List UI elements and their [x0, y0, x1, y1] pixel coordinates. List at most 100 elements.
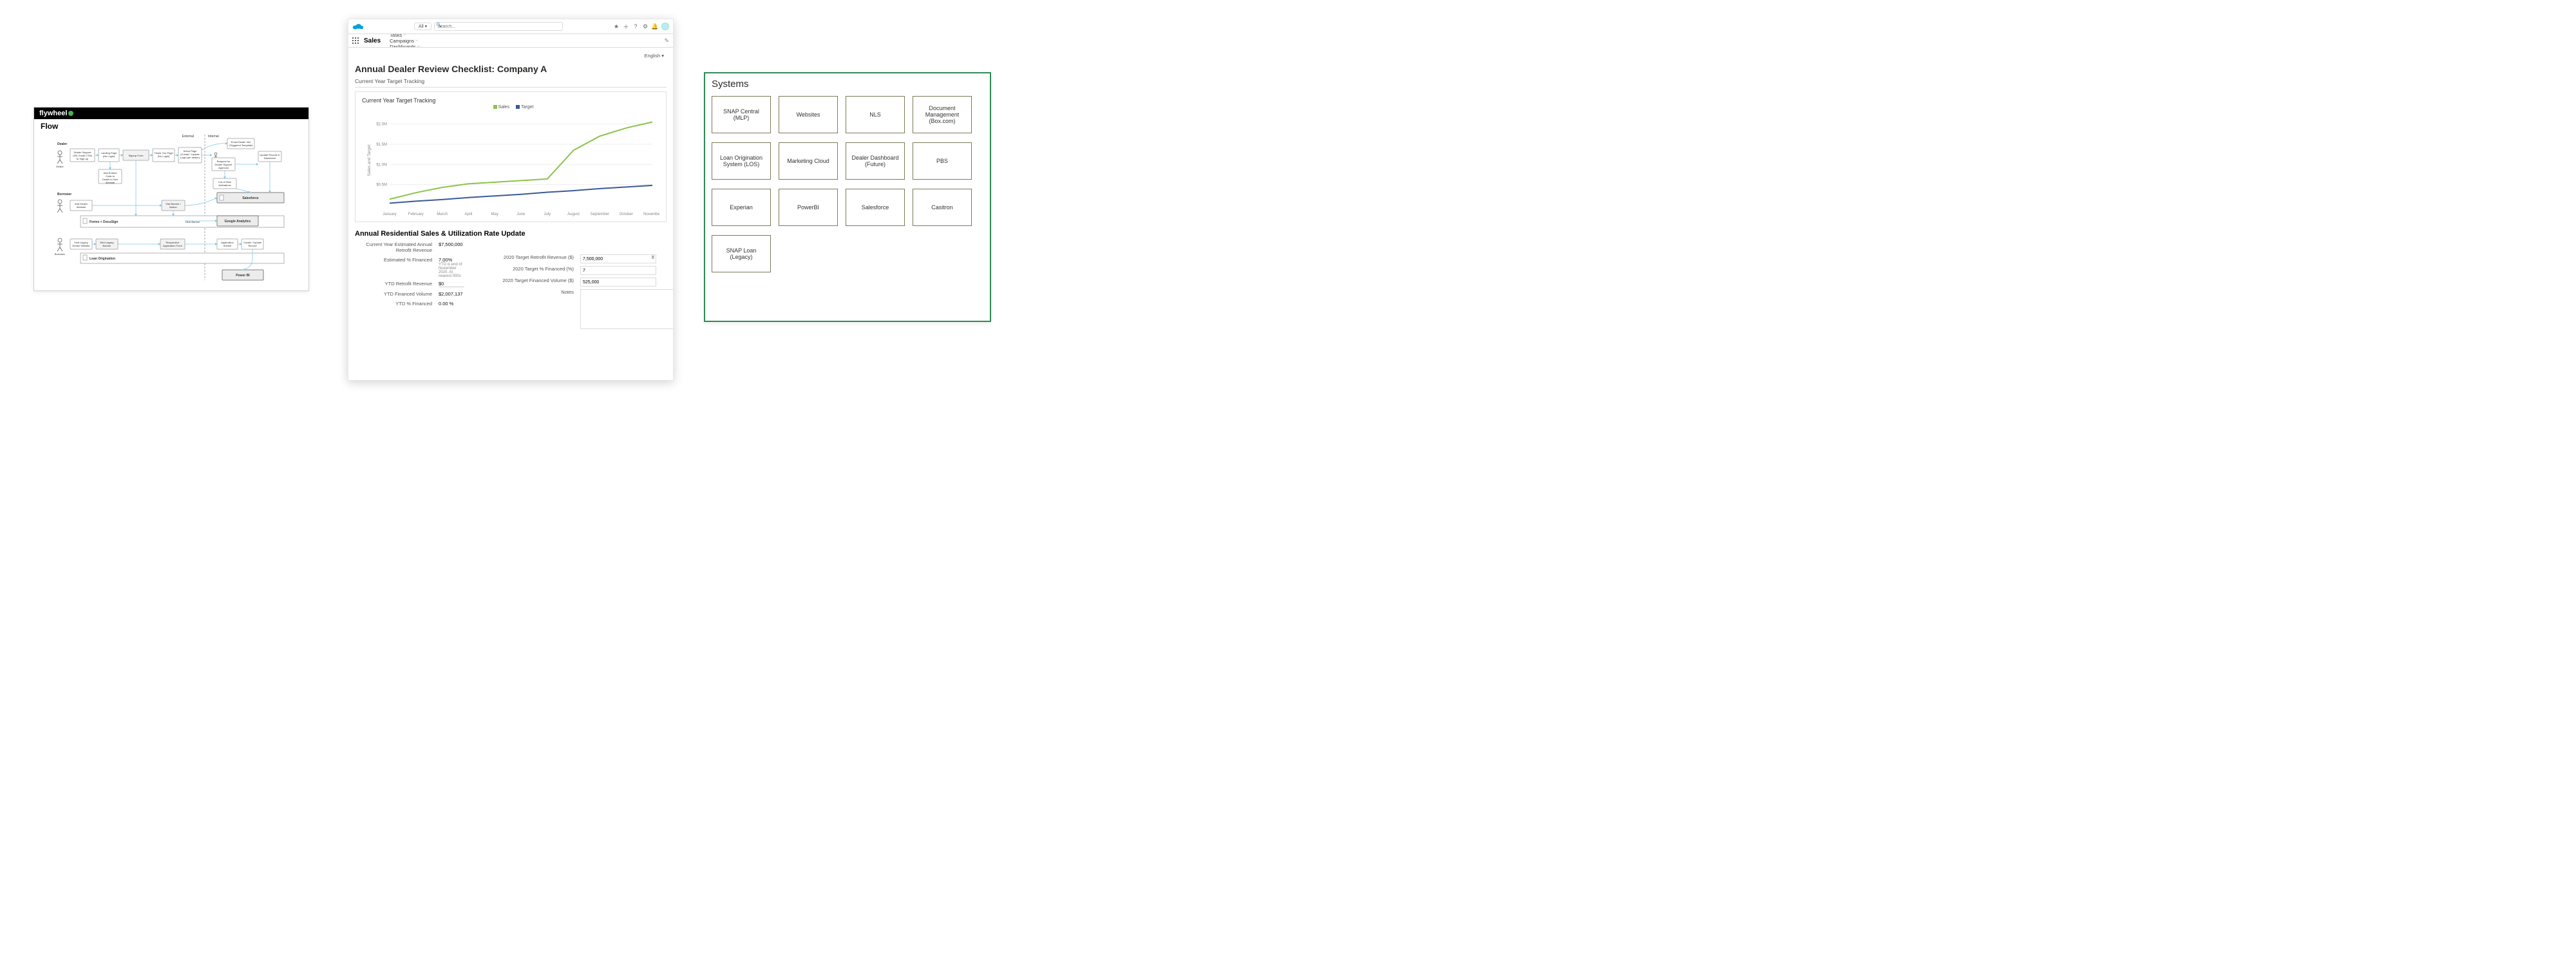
- search-scope-all[interactable]: All ▾: [414, 23, 431, 30]
- value-ytd-pct: 0.00 %: [439, 301, 453, 307]
- node-request-support: Request forDealer SupportApproval: [212, 153, 235, 171]
- system-box-snap-central-mlp-[interactable]: SNAP Central (MLP): [712, 96, 771, 133]
- node-visit-banner: Visit Banner /Button: [162, 200, 185, 211]
- legend-swatch-sales: [493, 105, 497, 109]
- svg-text:Application Form: Application Form: [163, 244, 183, 247]
- svg-text:Power BI: Power BI: [236, 274, 250, 278]
- line-chart-svg: $0.5M$1.0M$1.5M$2.0MSales and TargetJanu…: [362, 109, 659, 219]
- calculator-icon[interactable]: 🖩: [652, 255, 654, 262]
- svg-text:March: March: [437, 213, 448, 216]
- notifications-bell-icon[interactable]: 🔔: [652, 23, 658, 30]
- node-visit-legacy: Visit LegacyDealer Website: [70, 239, 92, 249]
- system-box-snap-loan-legacy-[interactable]: SNAP Loan (Legacy): [712, 235, 771, 272]
- global-search-input[interactable]: [434, 22, 563, 31]
- input-target-rev[interactable]: [580, 254, 656, 263]
- svg-text:Banner: Banner: [103, 244, 112, 247]
- system-box-experian[interactable]: Experian: [712, 189, 771, 226]
- svg-text:Dealer: Dealer: [56, 165, 64, 168]
- flow-svg: External Internal Dealer Dealer Dealer S…: [34, 131, 308, 285]
- brand-name: flywheel: [39, 108, 67, 119]
- nav-tab-campaigns[interactable]: Campaigns⌵: [390, 38, 448, 44]
- system-box-websites[interactable]: Websites: [779, 96, 838, 133]
- input-target-pct[interactable]: [580, 266, 656, 275]
- svg-text:August: August: [567, 213, 580, 216]
- system-box-nls[interactable]: NLS: [846, 96, 905, 133]
- label-notes: Notes: [484, 289, 574, 295]
- lane-loan-label: Loan Origination: [90, 257, 115, 261]
- node-signup-form: Signup Form: [123, 150, 149, 160]
- svg-text:May: May: [491, 213, 498, 216]
- svg-text:January: January: [383, 213, 396, 216]
- actor-borrower2-icon: [57, 238, 62, 251]
- system-box-loan-origination-system-los-[interactable]: Loan Origination System (LOS): [712, 142, 771, 180]
- flow-brandbar: flywheel: [34, 108, 308, 119]
- salesforce-logo-icon: [352, 23, 364, 30]
- system-box-dealer-dashboard-future-[interactable]: Dealer Dashboard (Future): [846, 142, 905, 180]
- app-name: Sales: [364, 37, 381, 44]
- language-selector[interactable]: English ▾: [645, 53, 664, 59]
- svg-text:Google Analytics: Google Analytics: [225, 220, 251, 223]
- svg-text:Submit: Submit: [223, 244, 232, 247]
- svg-text:(No Login): (No Login): [103, 155, 115, 158]
- label-target-vol: 2020 Target Financed Volume ($): [484, 278, 574, 283]
- svg-text:$1.0M: $1.0M: [376, 163, 387, 167]
- section-target-tracking: Current Year Target Tracking: [355, 78, 667, 88]
- label-est-pct: Estimated % Financed: [355, 257, 432, 263]
- favorite-icon[interactable]: ★: [613, 23, 620, 30]
- salesforce-window: All ▾ 🔍 ★ ＋ ? ⚙ 🔔 Sales: [348, 19, 674, 381]
- node-create-update: Create / UpdateRecord: [242, 239, 263, 249]
- label-est-rev: Current Year Estimated Annual Retrofit R…: [355, 242, 432, 253]
- sf-app-nav: Sales Home⌵Leads⌵Accounts⌵Contacts⌵Tasks…: [348, 34, 673, 48]
- system-box-pbs[interactable]: PBS: [913, 142, 972, 180]
- svg-text:Website: Website: [106, 181, 115, 184]
- setup-gear-icon[interactable]: ⚙: [642, 23, 649, 30]
- page-title: Annual Dealer Review Checklist: Company …: [355, 64, 667, 74]
- label-target-rev: 2020 Target Retrofit Revenue ($): [484, 254, 574, 260]
- node-email-dealer: Email Dealer Info(Triggered Template): [227, 138, 254, 149]
- value-est-rev: $7,500,000: [439, 242, 463, 247]
- actor-borrower-label: Borrower: [57, 193, 71, 196]
- note-ytd: YTD is end of November 2020. At nearest …: [355, 263, 464, 278]
- actor-borrower-icon: [57, 200, 62, 213]
- label-ytd-pct: YTD % Financed: [355, 301, 432, 307]
- svg-text:Button: Button: [169, 205, 177, 209]
- chart-title: Current Year Target Tracking: [362, 97, 659, 104]
- system-box-casitron[interactable]: Casitron: [913, 189, 972, 226]
- lane-forms-label: Forms + DocuSign: [90, 220, 118, 224]
- svg-text:Approval: Approval: [218, 166, 229, 169]
- svg-text:Activations: Activations: [218, 184, 231, 187]
- svg-text:February: February: [408, 213, 424, 216]
- svg-text:Salesforce: Salesforce: [242, 196, 259, 200]
- help-icon[interactable]: ?: [632, 23, 639, 30]
- label-ytd-vol: YTD Financed Volume: [355, 291, 432, 297]
- chevron-down-icon: ⌵: [415, 39, 419, 43]
- value-ytd-rev[interactable]: $0: [439, 281, 464, 287]
- svg-text:Website: Website: [77, 205, 86, 209]
- node-add-dealer-website: Add DealerWebsite: [70, 200, 92, 211]
- add-icon[interactable]: ＋: [623, 23, 629, 30]
- system-box-document-management-box-com-[interactable]: Document Management (Box.com): [913, 96, 972, 133]
- label-internal: Internal: [208, 135, 219, 138]
- input-target-vol[interactable]: [580, 278, 656, 287]
- svg-text:$2.0M: $2.0M: [376, 123, 387, 127]
- node-ga: Google Analytics: [217, 216, 258, 226]
- flow-diagram-card: flywheel Flow External Internal Dealer D…: [33, 107, 309, 291]
- node-add-embed: Add EmbedCode toDealer's OwnWebsite: [99, 169, 122, 184]
- svg-text:November: November: [643, 213, 659, 216]
- chart-container: Current Year Target Tracking Sales Targe…: [355, 91, 667, 222]
- svg-text:Record: Record: [249, 244, 257, 247]
- actor-dealer-icon: [57, 151, 62, 164]
- system-box-powerbi[interactable]: PowerBI: [779, 189, 838, 226]
- node-app-submit: ApplicationSubmit: [217, 239, 238, 249]
- node-setup-page: Setup Page(Create / UpdateLogin per deal…: [178, 147, 202, 163]
- svg-text:Borrower: Borrower: [55, 252, 66, 256]
- systems-grid: SNAP Central (MLP)WebsitesNLSDocument Ma…: [710, 96, 985, 272]
- edit-nav-pencil-icon[interactable]: ✎: [664, 37, 669, 44]
- app-launcher-waffle-icon[interactable]: [352, 37, 359, 44]
- node-thank-you: Thank You Page(No Login): [153, 149, 175, 162]
- input-notes[interactable]: [580, 289, 673, 329]
- system-box-marketing-cloud[interactable]: Marketing Cloud: [779, 142, 838, 180]
- system-box-salesforce[interactable]: Salesforce: [846, 189, 905, 226]
- node-landing-page: Landing Page(No Login): [99, 149, 119, 162]
- user-avatar-icon[interactable]: [661, 23, 669, 30]
